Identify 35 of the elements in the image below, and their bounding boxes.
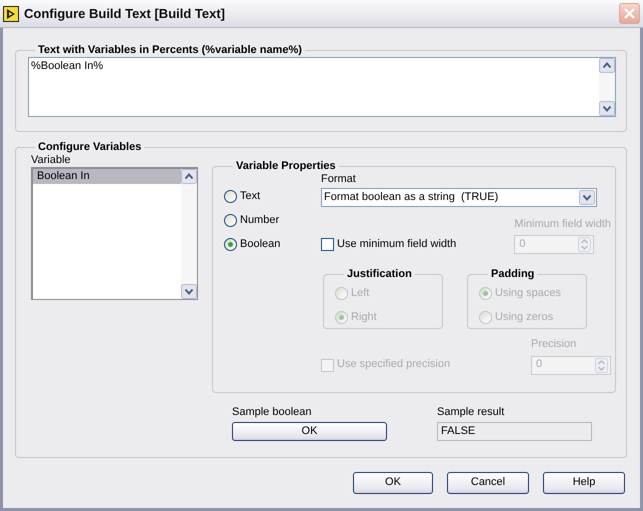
field-label: Sample result xyxy=(437,406,506,420)
radio-button[interactable] xyxy=(224,190,237,203)
close-icon xyxy=(624,8,635,19)
radio-label[interactable]: Boolean xyxy=(240,238,280,252)
result-field: FALSE xyxy=(437,422,592,442)
ok-button[interactable]: OK xyxy=(353,472,433,494)
group-title: Justification xyxy=(346,267,413,282)
field-label: Minimum field width xyxy=(514,218,611,232)
group-title: Padding xyxy=(490,267,536,282)
scroll-up-icon[interactable] xyxy=(181,169,197,184)
cancel-button[interactable]: Cancel xyxy=(447,472,529,494)
sample-boolean-button[interactable]: OK xyxy=(232,422,387,442)
field-label: Sample boolean xyxy=(232,406,313,420)
field-label: Format xyxy=(321,173,357,186)
template-field[interactable]: %Boolean In% xyxy=(28,57,616,117)
list-item[interactable]: Boolean In xyxy=(33,169,181,184)
variable-list[interactable]: Boolean In xyxy=(31,167,198,300)
help-button[interactable]: Help xyxy=(543,472,625,494)
group-title: Text with Variables in Percents (%variable name%) xyxy=(37,43,303,57)
field-label: Precision xyxy=(531,338,578,352)
format-dropdown[interactable]: Format boolean as a string (TRUE) xyxy=(321,188,597,208)
list-label: Variable xyxy=(31,154,72,168)
group-title: Variable Properties xyxy=(235,159,337,173)
radio-button[interactable] xyxy=(224,214,237,227)
radio-button[interactable] xyxy=(224,238,237,251)
checkbox[interactable]: Use minimum field width xyxy=(321,238,456,252)
scroll-down-icon[interactable] xyxy=(181,284,197,300)
window-title: Configure Build Text [Build Text] xyxy=(24,6,226,22)
group-title: Configure Variables xyxy=(37,140,142,154)
radio-label[interactable]: Text xyxy=(240,190,260,204)
dropdown-caret-icon[interactable] xyxy=(579,190,595,206)
scroll-down-icon[interactable] xyxy=(599,101,615,116)
app-icon xyxy=(3,6,19,22)
radio-label[interactable]: Number xyxy=(240,214,280,228)
scroll-up-icon[interactable] xyxy=(599,58,615,73)
